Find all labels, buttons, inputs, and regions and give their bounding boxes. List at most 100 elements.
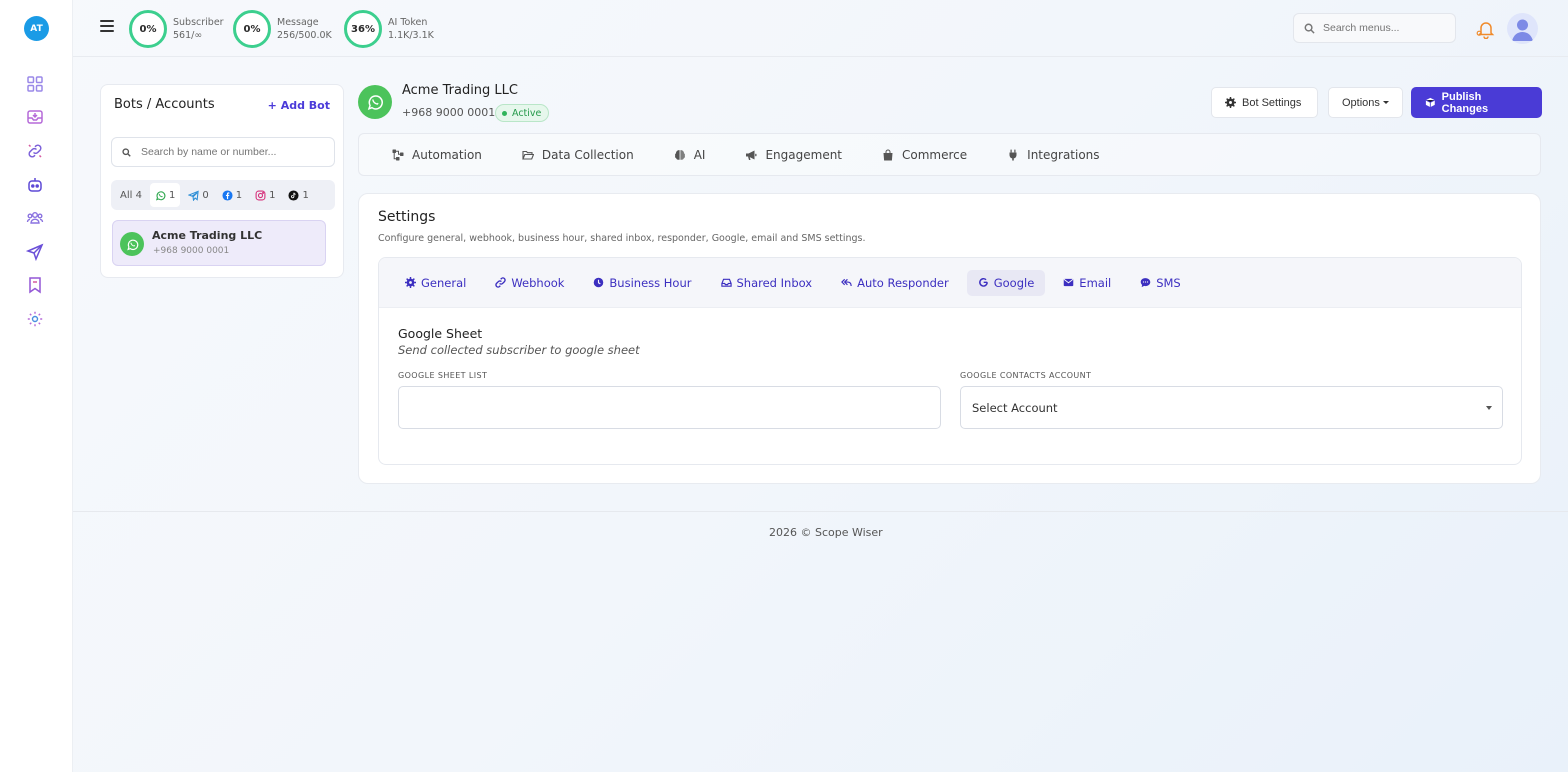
broadcast-send-icon[interactable] — [26, 243, 44, 261]
bot-name: Acme Trading LLC — [402, 83, 518, 98]
tab-label: General — [421, 275, 467, 290]
bot-list-item[interactable]: Acme Trading LLC +968 9000 0001 — [112, 220, 326, 266]
filter-count: 1 — [235, 189, 243, 201]
status-dot-icon — [502, 110, 507, 116]
google-sheet-list-label: GOOGLE SHEET LIST — [398, 371, 488, 380]
sms-bubble-icon — [1140, 278, 1151, 288]
settings-inner-card: General Webhook Business Hour Shared Inb… — [378, 257, 1522, 465]
tab-automation[interactable]: Automation — [392, 148, 482, 162]
subscriber-usage-stat: 0% Subscriber 561/∞ — [129, 9, 224, 49]
tab-label: Data Collection — [541, 147, 634, 162]
tab-label: Integrations — [1027, 147, 1100, 162]
tab-label: Engagement — [765, 147, 843, 162]
stat-value: 561/∞ — [173, 30, 203, 41]
tab-data-collection[interactable]: Data Collection — [522, 148, 634, 162]
tab-integrations[interactable]: Integrations — [1007, 147, 1100, 162]
tab-engagement[interactable]: Engagement — [745, 148, 842, 162]
bot-item-name: Acme Trading LLC — [152, 229, 263, 242]
options-dropdown-button[interactable]: Options — [1328, 87, 1403, 118]
tab-shared-inbox[interactable]: Shared Inbox — [710, 270, 824, 296]
bot-item-phone: +968 9000 0001 — [153, 246, 230, 256]
user-avatar[interactable] — [1507, 13, 1538, 44]
reply-all-icon — [841, 278, 852, 286]
tab-commerce[interactable]: Commerce — [882, 148, 967, 162]
inbox-icon[interactable] — [26, 108, 44, 126]
tab-label: SMS — [1156, 275, 1181, 290]
settings-title: Settings — [378, 209, 436, 225]
bots-accounts-panel: Bots / Accounts + Add Bot All 4 1 0 1 1 … — [100, 84, 344, 278]
shopping-bag-icon — [883, 149, 893, 160]
bookmark-icon[interactable] — [26, 276, 44, 294]
channel-filter-bar: All 4 1 0 1 1 1 — [111, 180, 335, 210]
top-bar: 0% Subscriber 561/∞ 0% Message 256/500.0… — [73, 0, 1568, 57]
brand-logo[interactable]: AT — [24, 16, 49, 41]
select-value: Select Account — [972, 400, 1058, 415]
google-sheet-list-field[interactable] — [398, 386, 941, 429]
whatsapp-icon — [358, 85, 392, 119]
stat-label: Message — [277, 17, 319, 28]
filter-facebook[interactable]: 1 — [217, 183, 247, 207]
filter-whatsapp[interactable]: 1 — [149, 183, 181, 207]
filter-instagram[interactable]: 1 — [250, 183, 280, 207]
gear-icon — [405, 277, 416, 288]
add-bot-button[interactable]: + Add Bot — [268, 99, 330, 112]
settings-tabs: General Webhook Business Hour Shared Inb… — [379, 258, 1521, 308]
bot-icon[interactable] — [26, 176, 44, 194]
tab-google[interactable]: Google — [966, 269, 1046, 296]
publish-changes-label: Publish Changes — [1441, 90, 1489, 115]
flow-icon — [392, 149, 404, 160]
facebook-icon — [222, 189, 233, 201]
tab-business-hour[interactable]: Business Hour — [582, 270, 702, 296]
instagram-icon — [255, 190, 266, 200]
stat-value: 1.1K/3.1K — [388, 30, 434, 41]
menu-search-box[interactable] — [1293, 13, 1456, 43]
ai-token-usage-stat: 36% AI Token 1.1K/3.1K — [344, 9, 434, 49]
tab-label: Commerce — [902, 147, 968, 162]
footer-copyright: 2026 © Scope Wiser — [769, 526, 883, 539]
stat-value: 256/500.0K — [277, 30, 332, 41]
google-contacts-account-select[interactable]: Select Account — [960, 386, 1503, 429]
settings-card: Settings Configure general, webhook, bus… — [358, 193, 1541, 484]
tab-label: Webhook — [511, 275, 565, 290]
filter-all[interactable]: All 4 — [115, 183, 147, 207]
menu-search-input[interactable] — [1323, 22, 1443, 34]
gear-icon — [1225, 97, 1236, 108]
bot-search-input[interactable] — [141, 146, 321, 158]
filter-tiktok[interactable]: 1 — [283, 183, 313, 207]
filter-count: 1 — [168, 189, 176, 201]
filter-telegram[interactable]: 0 — [183, 183, 213, 207]
search-icon — [1304, 23, 1315, 34]
integrations-link-icon[interactable] — [26, 142, 44, 160]
tab-email[interactable]: Email — [1052, 270, 1122, 296]
settings-icon[interactable] — [26, 310, 44, 328]
section-title: Google Sheet — [398, 326, 483, 341]
tab-label: Automation — [412, 147, 482, 162]
publish-changes-button[interactable]: Publish Changes — [1411, 87, 1542, 118]
menu-toggle-icon[interactable] — [100, 20, 114, 32]
tab-webhook[interactable]: Webhook — [484, 270, 575, 296]
category-tabs: Automation Data Collection AI Engagement… — [358, 133, 1541, 176]
notification-bell-icon[interactable] — [1476, 19, 1496, 40]
status-badge: Active — [495, 104, 550, 122]
tab-label: AI — [693, 147, 706, 162]
tab-label: Auto Responder — [857, 275, 949, 290]
cube-icon — [1425, 97, 1435, 108]
filter-count: 0 — [202, 189, 209, 201]
inbox-icon — [720, 278, 732, 287]
stat-label: AI Token — [388, 17, 428, 28]
tab-auto-responder[interactable]: Auto Responder — [830, 270, 960, 296]
bot-settings-button[interactable]: Bot Settings — [1211, 87, 1318, 118]
bot-search-box[interactable] — [111, 137, 335, 167]
envelope-icon — [1063, 278, 1074, 287]
stat-label: Subscriber — [173, 17, 224, 28]
footer-divider — [73, 511, 1568, 512]
dashboard-icon[interactable] — [26, 75, 44, 93]
plug-icon — [1009, 149, 1017, 160]
tab-general[interactable]: General — [394, 270, 477, 296]
tab-ai[interactable]: AI — [674, 147, 706, 162]
whatsapp-icon — [120, 232, 144, 256]
sidebar-rail: AT — [0, 0, 73, 772]
tab-sms[interactable]: SMS — [1129, 270, 1192, 296]
subscribers-icon[interactable] — [26, 209, 44, 227]
google-icon — [978, 277, 988, 287]
